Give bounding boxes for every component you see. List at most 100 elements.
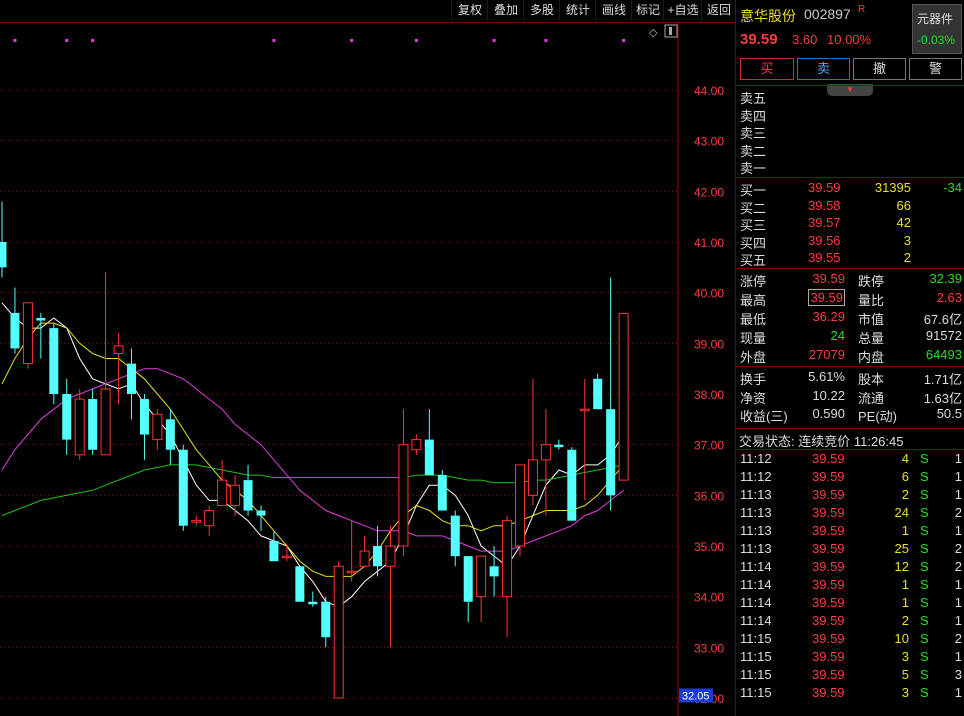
tick-count: 1 [954,613,962,628]
tick-price: 39.59 [812,685,845,700]
candle-body [191,520,202,523]
event-marker[interactable] [544,39,548,42]
buy-level-label: 买三 [740,218,767,233]
candle [49,323,59,405]
diamond-icon[interactable]: ◇ [649,26,658,39]
candle [178,444,188,531]
event-marker[interactable] [350,39,354,42]
tick-volume: 2 [901,613,909,628]
stat-label: 现量 [740,331,767,346]
buy-level-label: 买一 [740,183,767,198]
tick-price: 39.59 [812,469,845,484]
event-marker[interactable] [272,39,276,42]
candle [127,348,136,420]
candle [269,530,279,562]
tick-volume: 12 [894,559,909,574]
tick-time: 11:14 [740,559,772,574]
y-tick-label: 36.00 [694,489,724,503]
tick-count: 2 [954,541,962,556]
candle-body [359,550,370,567]
candle [256,505,266,531]
buy-level-price: 39.59 [808,180,841,195]
candle-body [49,328,59,394]
tick-side: S [920,451,929,466]
candle [515,464,525,557]
sector-change: -0.03% [917,33,956,47]
buy-level-price: 39.56 [808,232,841,248]
candle [398,409,409,557]
toolbar-item-1[interactable]: 叠加 [487,0,524,21]
stock-change: 3.60 [792,32,818,47]
tick-price: 39.59 [812,451,845,466]
stat-value: 67.6亿 [923,312,962,327]
candle-body [10,312,20,349]
current-price-label: 32.05 [682,690,710,702]
event-marker[interactable] [91,39,95,42]
buy-level-price: 39.58 [808,197,841,213]
toolbar-item-0[interactable]: 复权 [451,0,488,21]
buy-level-price: 39.57 [808,215,841,230]
candle-body [606,409,616,496]
stat-value: 64493 [925,347,962,362]
tick-time: 11:13 [740,487,772,502]
stat-value: 5.61% [808,369,845,384]
stock-change-pct: 10.00% [827,32,872,47]
candle [88,388,98,455]
buy-level-label: 买五 [740,253,767,268]
candle [0,201,7,278]
event-marker[interactable] [414,39,418,42]
tick-volume: 10 [894,631,909,646]
event-marker[interactable] [65,39,69,42]
tick-side: S [920,595,929,610]
y-tick-label: 44.00 [694,84,724,98]
toolbar-item-7[interactable]: 返回 [701,0,736,21]
stock-price: 39.59 [740,31,778,48]
stat-label: 换手 [740,372,767,387]
tick-side: S [920,577,929,592]
tick-count: 1 [954,649,962,664]
kline-chart[interactable]: ◇ 44.00 43.00 42.00 41.00 40.00 39.00 38.00 37.0… [0,22,735,716]
candle [243,464,253,516]
candle [139,394,149,460]
tick-count: 1 [954,487,962,502]
tick-price: 39.59 [812,631,845,646]
sector-box[interactable]: 元器件 -0.03% [912,4,962,54]
tick-side: S [920,685,929,700]
stat-label: 总量 [858,331,885,346]
stat-label: 流通 [858,390,885,406]
candle-body [579,408,590,412]
tick-count: 2 [954,505,962,520]
tick-count: 1 [954,451,962,466]
toolbar-item-3[interactable]: 统计 [559,0,596,21]
tick-time: 11:15 [740,631,772,646]
y-tick-label: 41.00 [694,236,724,250]
candle-body [22,302,33,365]
candle-body [540,444,551,461]
cancel-button[interactable]: 撤 [853,58,906,80]
candle-body [269,540,279,562]
event-marker[interactable] [13,39,17,42]
tick-count: 2 [954,631,962,646]
toolbar-item-6[interactable]: +自选 [663,0,702,21]
tick-volume: 3 [901,685,909,700]
tick-side: S [920,541,929,556]
toolbar-item-5[interactable]: 标记 [631,0,664,21]
candle-body [618,312,629,481]
tick-time: 11:15 [740,649,772,664]
tick-time: 11:15 [740,667,772,682]
event-marker[interactable] [492,39,496,42]
candle [308,591,318,607]
alert-button[interactable]: 警 [909,58,962,80]
event-marker[interactable] [622,39,626,42]
tick-count: 1 [954,523,962,538]
tick-volume: 4 [901,451,909,466]
buy-button[interactable]: 买 [740,58,794,80]
candle [62,378,72,455]
y-tick-label: 39.00 [694,337,724,351]
toolbar-item-2[interactable]: 多股 [523,0,560,21]
sell-button[interactable]: 卖 [797,58,850,80]
tick-time: 11:14 [740,577,772,592]
candle-body [385,545,396,567]
stat-value: 91572 [925,328,962,343]
toolbar-item-4[interactable]: 画线 [595,0,632,21]
